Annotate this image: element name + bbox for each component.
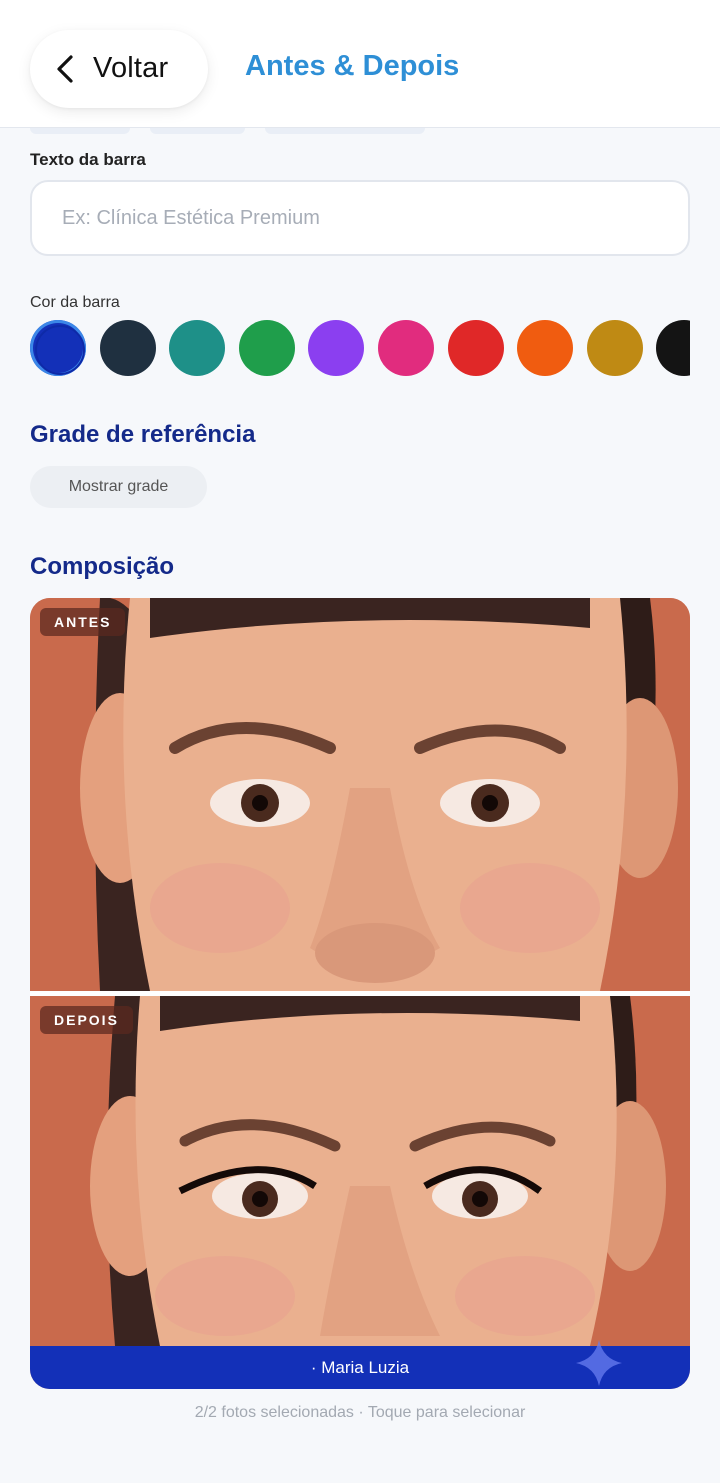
tab-peek bbox=[265, 128, 425, 134]
back-button-label: Voltar bbox=[93, 52, 169, 84]
composition-preview[interactable]: ANTES DEPOIS · Maria Luzia bbox=[30, 598, 690, 1389]
color-swatch[interactable] bbox=[308, 320, 365, 376]
color-swatch[interactable] bbox=[378, 320, 434, 376]
sparkle-icon bbox=[576, 1340, 622, 1386]
show-grid-button[interactable]: Mostrar grade bbox=[30, 466, 207, 508]
bar-color-label: Cor da barra bbox=[30, 294, 120, 311]
color-swatch[interactable] bbox=[447, 320, 504, 376]
bar-text-input[interactable] bbox=[30, 180, 690, 256]
before-tag: ANTES bbox=[40, 608, 126, 636]
tab-peek bbox=[30, 128, 130, 134]
caption-bar-text: · Maria Luzia bbox=[310, 1357, 410, 1377]
selection-status: 2/2 fotos selecionadas · Toque para sele… bbox=[194, 1404, 526, 1421]
bar-color-palette bbox=[30, 320, 690, 376]
back-button[interactable]: Voltar bbox=[30, 30, 208, 108]
grid-section-title: Grade de referência bbox=[30, 421, 256, 448]
color-swatch[interactable] bbox=[30, 320, 86, 376]
color-swatch[interactable] bbox=[517, 320, 574, 376]
color-swatch[interactable] bbox=[99, 320, 156, 376]
before-photo[interactable] bbox=[30, 598, 690, 991]
color-swatch[interactable] bbox=[238, 320, 295, 376]
page-title: Antes & Depois bbox=[245, 50, 460, 82]
after-photo[interactable] bbox=[30, 996, 690, 1346]
color-swatch[interactable] bbox=[656, 320, 690, 376]
color-swatch[interactable] bbox=[586, 320, 643, 376]
bar-text-label: Texto da barra bbox=[30, 150, 146, 169]
color-swatch[interactable] bbox=[169, 320, 226, 376]
after-tag: DEPOIS bbox=[40, 1006, 133, 1034]
tab-peek bbox=[150, 128, 245, 134]
chevron-left-icon bbox=[57, 55, 73, 83]
top-bar: Voltar Antes & Depois bbox=[0, 0, 720, 128]
composition-section-title: Composição bbox=[30, 553, 175, 580]
